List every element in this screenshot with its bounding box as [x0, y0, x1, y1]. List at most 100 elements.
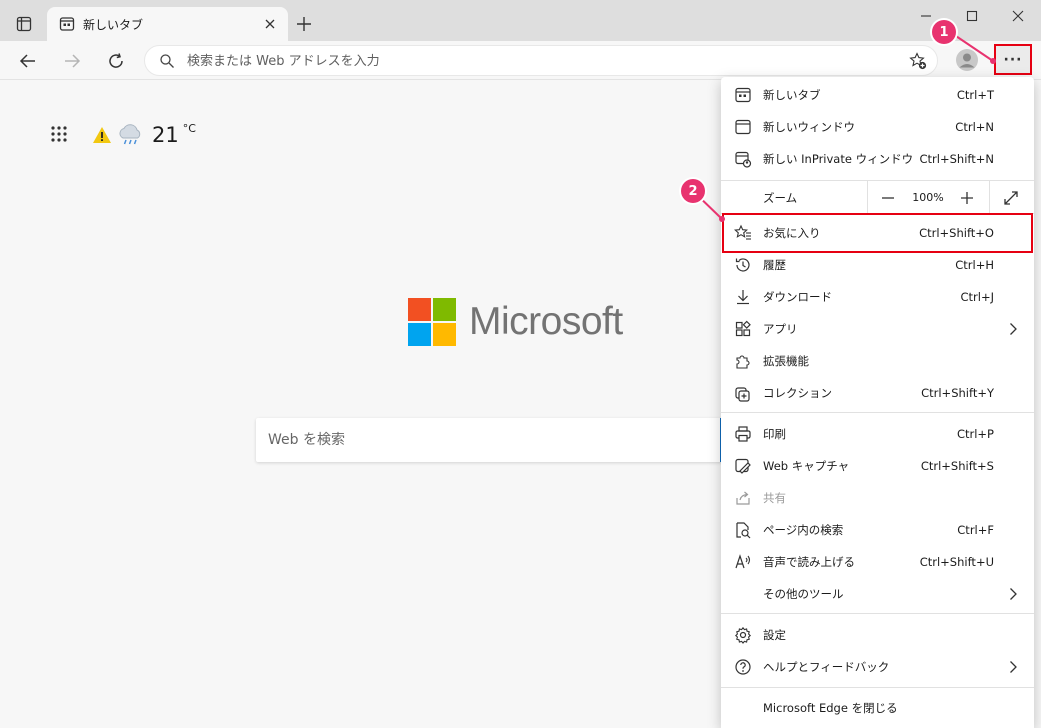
tab-strip: 新しいタブ	[0, 0, 1041, 41]
menu-separator	[721, 687, 1034, 688]
microsoft-wordmark: Microsoft	[469, 300, 623, 343]
web-search-input[interactable]	[268, 429, 708, 451]
close-tab-icon[interactable]	[262, 16, 278, 32]
callout-2: 2	[681, 179, 705, 203]
menu-shortcut: Ctrl+Shift+Y	[921, 386, 994, 400]
menu-item-new-tab[interactable]: 新しいタブ Ctrl+T	[721, 79, 1034, 111]
menu-label: 印刷	[763, 427, 786, 441]
menu-item-downloads[interactable]: ダウンロード Ctrl+J	[721, 281, 1034, 313]
forward-arrow-icon	[65, 54, 81, 68]
menu-label: 設定	[763, 628, 786, 642]
menu-item-help-and-feedback[interactable]: ヘルプとフィードバック	[721, 651, 1034, 683]
avatar	[956, 49, 978, 71]
profile-button[interactable]	[953, 46, 981, 74]
microsoft-logo-icon	[408, 298, 456, 346]
menu-item-web-capture[interactable]: Web キャプチャ Ctrl+Shift+S	[721, 450, 1034, 482]
menu-separator	[721, 412, 1034, 413]
warning-icon	[93, 127, 111, 143]
menu-label: ヘルプとフィードバック	[763, 660, 890, 674]
menu-label: ダウンロード	[763, 290, 832, 304]
forward-button[interactable]	[56, 45, 88, 77]
menu-item-extensions[interactable]: 拡張機能	[721, 345, 1034, 377]
download-icon	[737, 290, 749, 305]
menu-shortcut: Ctrl+Shift+N	[919, 152, 994, 166]
apps-launcher-icon[interactable]	[50, 125, 70, 145]
menu-label: お気に入り	[763, 226, 821, 240]
window-icon	[735, 119, 751, 135]
refresh-button[interactable]	[100, 45, 132, 77]
maximize-button[interactable]	[949, 0, 995, 32]
close-window-button[interactable]	[995, 0, 1041, 32]
menu-item-history[interactable]: 履歴 Ctrl+H	[721, 249, 1034, 281]
weather-widget[interactable]: 21 °C	[92, 120, 196, 150]
refresh-icon	[109, 53, 123, 68]
search-icon	[160, 54, 174, 68]
menu-label: Web キャプチャ	[763, 459, 850, 473]
menu-item-print[interactable]: 印刷 Ctrl+P	[721, 418, 1034, 450]
menu-item-more-tools[interactable]: その他のツール	[721, 578, 1034, 610]
minus-icon	[882, 196, 894, 199]
menu-shortcut: Ctrl+Shift+O	[919, 226, 994, 240]
new-tab-button[interactable]	[292, 12, 316, 36]
maximize-icon	[966, 10, 978, 22]
menu-label: アプリ	[763, 322, 798, 336]
menu-item-apps[interactable]: アプリ	[721, 313, 1034, 345]
menu-label: コレクション	[763, 386, 832, 400]
menu-label: 拡張機能	[763, 354, 809, 368]
gear-icon	[734, 626, 752, 644]
find-on-page-icon	[736, 522, 751, 539]
address-bar[interactable]	[144, 45, 938, 76]
temperature: 21	[152, 123, 179, 147]
back-button[interactable]	[12, 45, 44, 77]
apps-icon	[735, 320, 751, 337]
share-icon	[736, 491, 750, 505]
settings-and-more-button[interactable]: ···	[994, 44, 1032, 75]
inprivate-icon	[735, 151, 752, 168]
microsoft-logo: Microsoft	[408, 297, 623, 347]
web-search-box[interactable]	[256, 418, 726, 462]
collections-icon	[735, 387, 750, 402]
menu-separator	[721, 613, 1034, 614]
menu-item-favorites[interactable]: お気に入り Ctrl+Shift+O	[721, 217, 1034, 249]
menu-label: 音声で読み上げる	[763, 555, 855, 569]
chevron-right-icon	[1010, 323, 1017, 335]
history-icon	[735, 258, 750, 272]
menu-item-close-edge[interactable]: Microsoft Edge を閉じる	[721, 692, 1034, 724]
menu-label: 共有	[763, 491, 786, 505]
settings-and-more-menu: 新しいタブ Ctrl+T 新しいウィンドウ Ctrl+N 新しい InPriva…	[721, 77, 1034, 728]
menu-label: 新しいタブ	[763, 88, 821, 102]
tab-actions-button[interactable]	[8, 10, 40, 38]
menu-item-settings[interactable]: 設定	[721, 619, 1034, 651]
zoom-label: ズーム	[763, 191, 798, 205]
add-favorite-icon[interactable]	[909, 52, 927, 70]
help-icon	[735, 659, 751, 675]
menu-item-new-window[interactable]: 新しいウィンドウ Ctrl+N	[721, 111, 1034, 143]
menu-shortcut: Ctrl+Shift+S	[920, 459, 994, 473]
menu-item-new-inprivate-window[interactable]: 新しい InPrivate ウィンドウ Ctrl+Shift+N	[721, 143, 1034, 175]
menu-shortcut: Ctrl+J	[960, 290, 995, 304]
rain-cloud-icon	[119, 124, 141, 145]
menu-label: ページ内の検索	[763, 523, 844, 537]
menu-item-collections[interactable]: コレクション Ctrl+Shift+Y	[721, 377, 1034, 409]
chevron-right-icon	[1010, 588, 1017, 600]
menu-shortcut: Ctrl+P	[956, 427, 994, 441]
zoom-out-button[interactable]	[868, 181, 908, 214]
menu-label: Microsoft Edge を閉じる	[763, 701, 898, 715]
menu-shortcut: Ctrl+T	[956, 88, 994, 102]
tab-new-tab[interactable]: 新しいタブ	[47, 7, 288, 41]
menu-item-read-aloud[interactable]: 音声で読み上げる Ctrl+Shift+U	[721, 546, 1034, 578]
menu-label: その他のツール	[763, 587, 844, 601]
menu-shortcut: Ctrl+Shift+U	[919, 555, 994, 569]
zoom-value: 100%	[912, 191, 944, 204]
menu-item-find-on-page[interactable]: ページ内の検索 Ctrl+F	[721, 514, 1034, 546]
menu-shortcut: Ctrl+H	[955, 258, 994, 272]
favorites-icon	[734, 224, 751, 240]
new-tab-icon	[735, 87, 751, 103]
menu-label: 新しい InPrivate ウィンドウ	[763, 152, 914, 166]
read-aloud-icon	[735, 554, 751, 569]
fullscreen-button[interactable]	[991, 181, 1031, 214]
zoom-in-button[interactable]	[947, 181, 987, 214]
tab-actions-icon	[16, 16, 32, 32]
chevron-right-icon	[1010, 661, 1017, 673]
address-input[interactable]	[187, 50, 887, 72]
